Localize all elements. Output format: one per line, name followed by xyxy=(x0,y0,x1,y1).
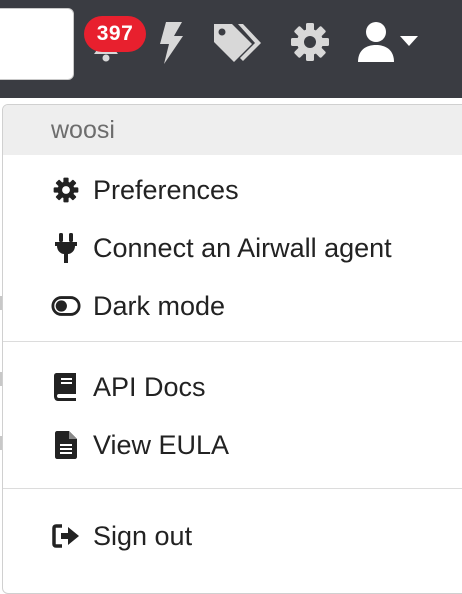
caret-down-icon[interactable] xyxy=(400,36,418,46)
menu-item-label: API Docs xyxy=(93,371,206,402)
book-icon xyxy=(51,372,81,402)
menu-item-label: Preferences xyxy=(93,174,239,205)
file-text-icon xyxy=(51,430,81,460)
user-dropdown-menu: woosi Preferences Connect an Airwall age… xyxy=(2,104,462,594)
menu-item-label: Dark mode xyxy=(93,290,226,321)
menu-item-dark-mode[interactable]: Dark mode xyxy=(3,277,462,335)
menu-item-connect-airwall-agent[interactable]: Connect an Airwall agent xyxy=(3,219,462,277)
top-navbar: 397 xyxy=(0,0,462,98)
menu-item-preferences[interactable]: Preferences xyxy=(3,161,462,219)
menu-item-label: Sign out xyxy=(93,520,193,551)
menu-item-sign-out[interactable]: Sign out xyxy=(3,507,462,565)
menu-item-label: View EULA xyxy=(93,429,230,460)
menu-item-api-docs[interactable]: API Docs xyxy=(3,358,462,416)
gear-icon xyxy=(51,175,81,205)
toggle-icon xyxy=(51,291,81,321)
search-input[interactable] xyxy=(0,8,74,80)
user-icon[interactable] xyxy=(356,20,396,64)
menu-username: woosi xyxy=(3,105,462,155)
plug-icon xyxy=(51,233,81,263)
sign-out-icon xyxy=(51,521,81,551)
settings-gear-icon[interactable] xyxy=(290,22,330,62)
menu-item-view-eula[interactable]: View EULA xyxy=(3,416,462,474)
bolt-icon[interactable] xyxy=(156,22,184,64)
tags-icon[interactable] xyxy=(210,22,262,62)
menu-item-label: Connect an Airwall agent xyxy=(93,232,392,263)
notification-count-badge[interactable]: 397 xyxy=(84,16,146,52)
